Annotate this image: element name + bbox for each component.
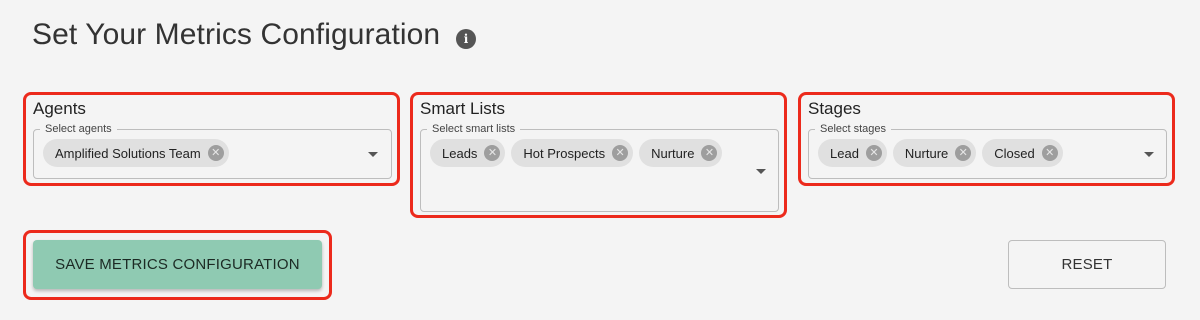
close-circle-icon[interactable]: ✕: [865, 145, 882, 161]
save-metrics-configuration-button[interactable]: SAVE METRICS CONFIGURATION: [33, 240, 322, 289]
stages-select-label: Select stages: [815, 122, 892, 136]
chip-closed[interactable]: Closed ✕: [982, 139, 1063, 167]
stages-title: Stages: [808, 99, 861, 118]
chip-lead[interactable]: Lead ✕: [818, 139, 887, 167]
close-circle-icon[interactable]: ✕: [701, 145, 718, 161]
smart-lists-chips: Leads ✕ Hot Prospects ✕ Nurture ✕: [430, 139, 723, 167]
info-icon[interactable]: i: [456, 29, 476, 49]
chip-label: Leads: [442, 145, 478, 161]
chevron-down-icon[interactable]: [756, 169, 766, 174]
smart-lists-title: Smart Lists: [420, 99, 506, 118]
agents-select[interactable]: Select agents Amplified Solutions Team ✕: [33, 122, 392, 179]
smart-lists-select-label: Select smart lists: [427, 122, 521, 136]
close-circle-icon[interactable]: ✕: [955, 145, 972, 161]
chip-nurture[interactable]: Nurture ✕: [892, 139, 977, 167]
smart-lists-select[interactable]: Select smart lists Leads ✕ Hot Prospects…: [420, 122, 779, 212]
close-circle-icon[interactable]: ✕: [612, 145, 629, 161]
chip-amplified-solutions-team[interactable]: Amplified Solutions Team ✕: [43, 139, 229, 167]
chevron-down-icon[interactable]: [1144, 152, 1154, 157]
reset-button[interactable]: RESET: [1008, 240, 1166, 289]
close-circle-icon[interactable]: ✕: [207, 145, 224, 161]
chip-label: Nurture: [904, 145, 949, 161]
chip-label: Closed: [994, 145, 1035, 161]
close-circle-icon[interactable]: ✕: [1041, 145, 1058, 161]
chip-hot-prospects[interactable]: Hot Prospects ✕: [511, 139, 634, 167]
stages-chips: Lead ✕ Nurture ✕ Closed ✕: [818, 139, 1063, 167]
chip-label: Lead: [830, 145, 859, 161]
agents-chips: Amplified Solutions Team ✕: [43, 139, 229, 167]
close-circle-icon[interactable]: ✕: [484, 145, 501, 161]
chip-nurture[interactable]: Nurture ✕: [639, 139, 723, 167]
stages-select[interactable]: Select stages Lead ✕ Nurture ✕ Closed ✕: [808, 122, 1167, 179]
chip-leads[interactable]: Leads ✕: [430, 139, 506, 167]
chip-label: Amplified Solutions Team: [55, 145, 201, 161]
agents-title: Agents: [33, 99, 86, 118]
agents-select-label: Select agents: [40, 122, 117, 136]
chevron-down-icon[interactable]: [368, 152, 378, 157]
chip-label: Hot Prospects: [523, 145, 606, 161]
chip-label: Nurture: [651, 145, 695, 161]
page-title: Set Your Metrics Configuration: [32, 18, 441, 51]
